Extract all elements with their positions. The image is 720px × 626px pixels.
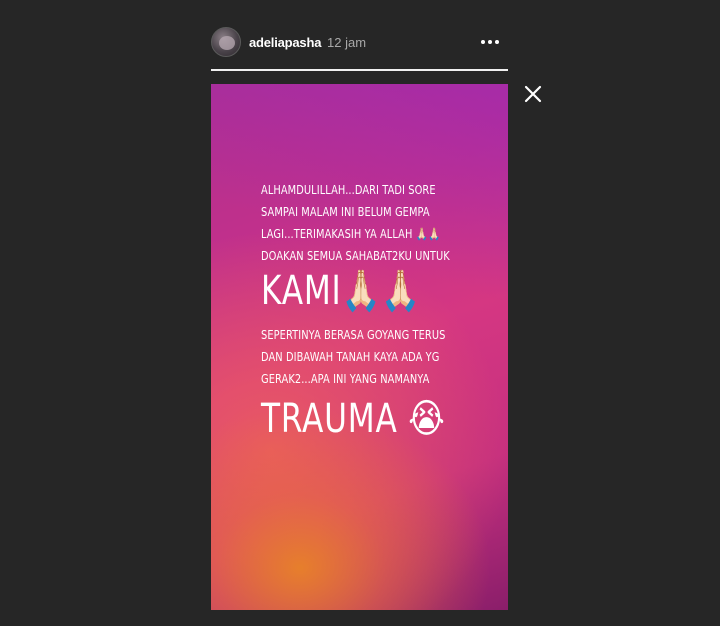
story-text-line: LAGI...TERIMAKASIH YA ALLAH 🙏🏻🙏🏻	[261, 227, 441, 241]
avatar[interactable]	[211, 27, 241, 57]
story-text-line: SEPERTINYA BERASA GOYANG TERUS	[261, 328, 446, 342]
more-options-icon[interactable]	[473, 31, 507, 53]
story-progress-bar	[211, 69, 508, 71]
story-header: adeliapasha 12 jam	[211, 26, 508, 60]
more-dot	[488, 40, 492, 44]
story-progress-fill	[211, 69, 508, 71]
more-dot	[481, 40, 485, 44]
story-text-line: SAMPAI MALAM INI BELUM GEMPA	[261, 205, 430, 219]
story-text-line: GERAK2...APA INI YANG NAMANYA	[261, 372, 430, 386]
story-text-line: DAN DIBAWAH TANAH KAYA ADA YG	[261, 350, 440, 364]
story-text-line: DOAKAN SEMUA SAHABAT2KU UNTUK	[261, 249, 450, 263]
story-text-block: SEPERTINYA BERASA GOYANG TERUS DAN DIBAW…	[261, 324, 500, 390]
story-big-text: TRAUMA 😭	[261, 396, 446, 442]
story-text-block: ALHAMDULILLAH...DARI TADI SORE SAMPAI MA…	[261, 179, 500, 267]
story-content[interactable]: ALHAMDULILLAH...DARI TADI SORE SAMPAI MA…	[211, 84, 508, 610]
close-icon[interactable]	[521, 82, 545, 106]
avatar-image	[219, 36, 235, 50]
post-time: 12 jam	[327, 35, 367, 50]
story-big-text: KAMI🙏🏻🙏🏻	[261, 268, 421, 314]
username-link[interactable]: adeliapasha	[249, 35, 321, 50]
more-dot	[495, 40, 499, 44]
story-text-line: ALHAMDULILLAH...DARI TADI SORE	[261, 183, 436, 197]
